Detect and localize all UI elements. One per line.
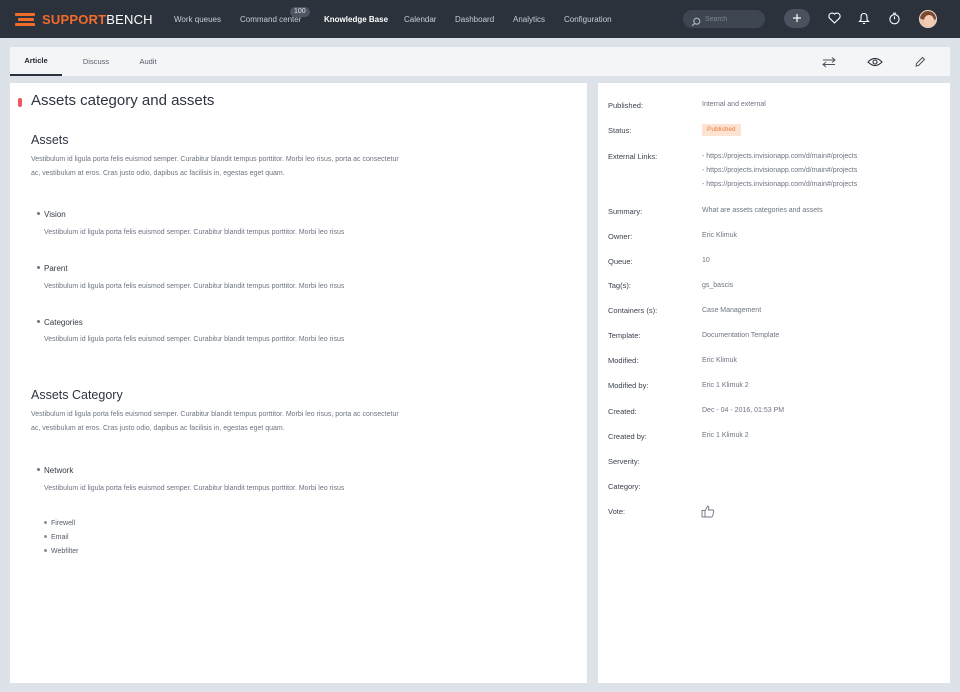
logo-text-support: SUPPORT <box>42 11 107 27</box>
swap-arrows-icon[interactable] <box>821 54 837 70</box>
status-label: Status: <box>608 126 632 135</box>
modified-value: Eric Klimuk <box>702 357 738 364</box>
section-body-assets: Vestibulum id ligula porta felis euismod… <box>31 156 399 177</box>
status-badge: Published <box>702 124 741 136</box>
queue-value: 10 <box>702 257 710 264</box>
created-label: Created: <box>608 407 637 416</box>
owner-label: Owner: <box>608 232 633 241</box>
external-link[interactable]: - https://projects.invisionapp.com/d/mai… <box>702 181 857 188</box>
pencil-icon[interactable] <box>912 54 928 70</box>
list-item-network: Network <box>37 466 73 475</box>
sub-item-firewell: Firewell <box>44 520 75 527</box>
list-item-text: Vestibulum id ligula porta felis euismod… <box>44 283 345 290</box>
list-item-text: Vestibulum id ligula porta felis euismod… <box>44 229 345 236</box>
section-body-assets-category: Vestibulum id ligula porta felis euismod… <box>31 411 399 432</box>
search-box[interactable] <box>683 10 765 28</box>
supportbench-logo[interactable]: SUPPORTBENCH <box>15 10 153 28</box>
template-label: Template: <box>608 331 641 340</box>
list-item-text: Vestibulum id ligula porta felis euismod… <box>44 336 345 343</box>
nav-configuration[interactable]: Configuration <box>564 15 612 24</box>
plus-icon <box>792 10 802 28</box>
nav-knowledge-base[interactable]: Knowledge Base <box>324 15 388 24</box>
section-heading-assets: Assets <box>31 133 69 147</box>
tab-article[interactable]: Article <box>10 47 62 76</box>
tags-value: gs_bascis <box>702 282 734 289</box>
nav-dashboard[interactable]: Dashboard <box>455 15 494 24</box>
article-status-indicator <box>18 98 22 107</box>
article-title: Assets category and assets <box>31 92 215 109</box>
heart-icon[interactable] <box>827 11 841 25</box>
tab-audit[interactable]: Audit <box>128 47 168 76</box>
tags-label: Tag(s): <box>608 281 631 290</box>
eye-icon[interactable] <box>867 54 883 70</box>
bell-icon[interactable] <box>857 11 871 25</box>
thumbs-up-icon[interactable] <box>701 505 715 518</box>
article-tab-bar: Article Discuss Audit <box>10 47 950 76</box>
created-by-value: Eric 1 Klimuk 2 <box>702 432 749 439</box>
modified-by-label: Modified by: <box>608 381 649 390</box>
sub-item-email: Email <box>44 534 69 541</box>
severity-label: Serverity: <box>608 457 640 466</box>
external-links-label: External Links: <box>608 152 658 161</box>
stopwatch-icon[interactable] <box>887 11 901 25</box>
list-item-parent: Parent <box>37 264 68 273</box>
tab-discuss[interactable]: Discuss <box>73 47 119 76</box>
article-panel: Assets category and assets Assets Vestib… <box>10 83 587 683</box>
published-label: Published: <box>608 101 644 110</box>
logo-text-bench: BENCH <box>106 11 153 27</box>
search-input[interactable] <box>705 13 761 25</box>
nav-analytics[interactable]: Analytics <box>513 15 545 24</box>
template-value: Documentation Template <box>702 332 780 339</box>
queue-label: Queue: <box>608 257 633 266</box>
modified-label: Modified: <box>608 356 639 365</box>
category-label: Category: <box>608 482 641 491</box>
nav-work-queues[interactable]: Work queues <box>174 15 221 24</box>
logo-mark-icon <box>15 12 37 26</box>
external-link[interactable]: - https://projects.invisionapp.com/d/mai… <box>702 167 857 174</box>
created-by-label: Created by: <box>608 432 647 441</box>
article-properties-panel: Published: Internal and external Status:… <box>598 83 950 683</box>
list-item-vision: Vision <box>37 210 66 219</box>
list-item-categories: Categories <box>37 318 83 327</box>
published-value: Internal and external <box>702 101 766 108</box>
command-center-badge: 100 <box>290 7 310 17</box>
modified-by-value: Eric 1 Klimuk 2 <box>702 382 749 389</box>
nav-calendar[interactable]: Calendar <box>404 15 436 24</box>
user-avatar[interactable] <box>919 10 937 28</box>
created-value: Dec - 04 - 2016, 01:53 PM <box>702 407 785 414</box>
containers-value: Case Management <box>702 307 762 314</box>
containers-label: Containers (s): <box>608 306 658 315</box>
sub-item-webfilter: Webfilter <box>44 548 79 555</box>
list-item-text: Vestibulum id ligula porta felis euismod… <box>44 485 345 492</box>
vote-label: Vote: <box>608 507 626 516</box>
summary-value: What are assets categories and assets <box>702 207 823 214</box>
summary-label: Summary: <box>608 207 643 216</box>
search-icon <box>691 14 701 32</box>
external-link[interactable]: - https://projects.invisionapp.com/d/mai… <box>702 153 857 160</box>
owner-value: Eric Klimuk <box>702 232 738 239</box>
top-navigation-bar: SUPPORTBENCH Work queues Command center … <box>0 0 960 38</box>
section-heading-assets-category: Assets Category <box>31 388 123 402</box>
add-button[interactable] <box>784 9 810 28</box>
